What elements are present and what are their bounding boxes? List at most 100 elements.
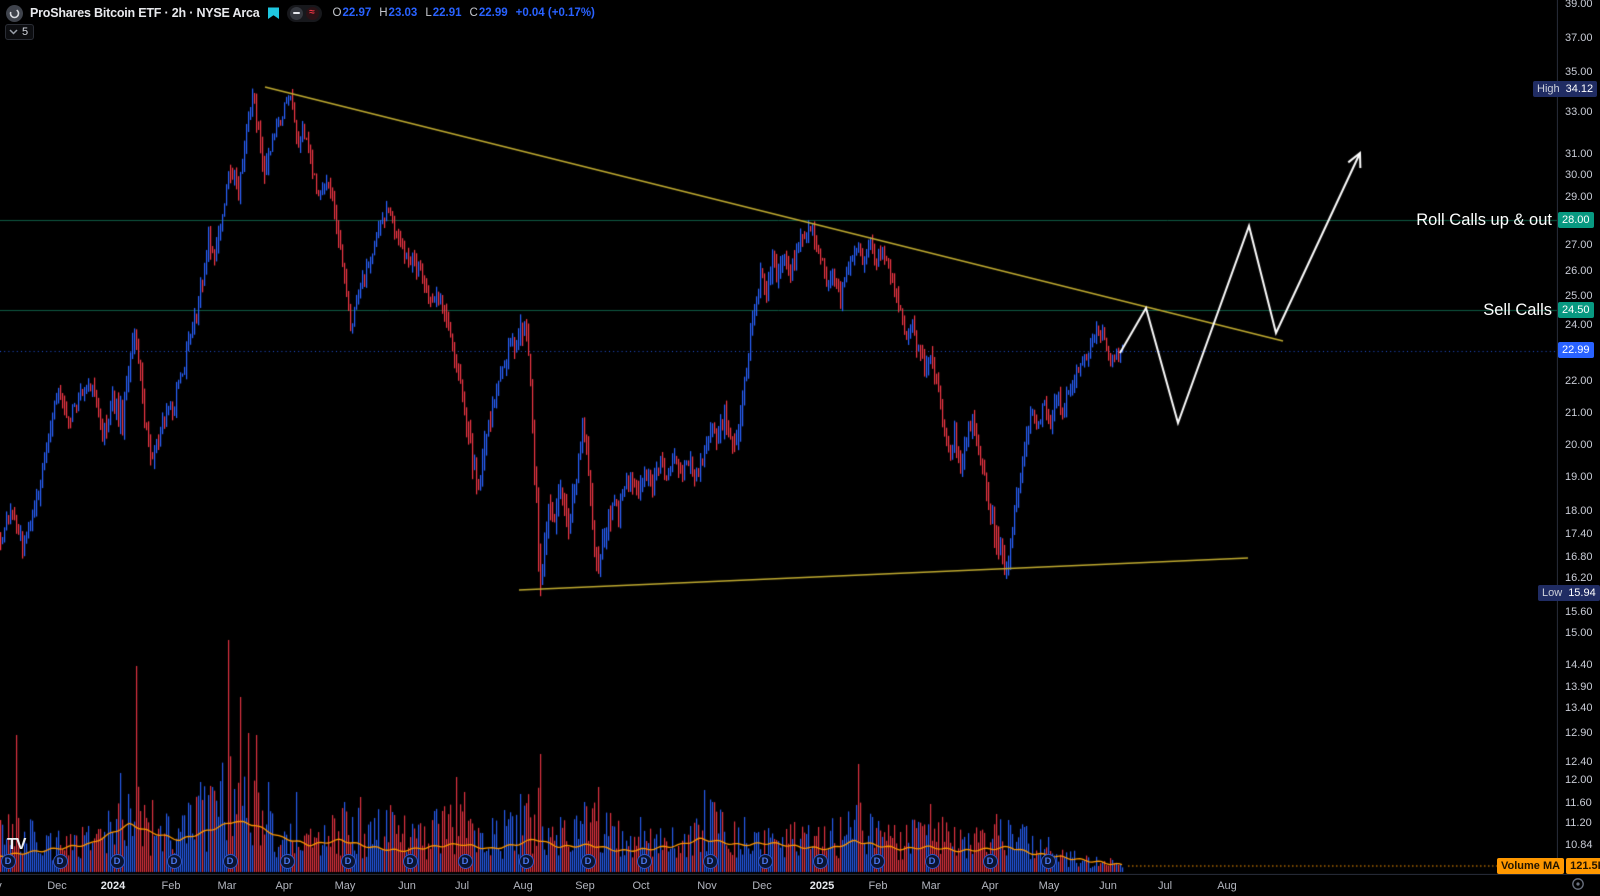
time-axis[interactable]: Nov Dec 2024 Feb Mar Apr May Jun Jul Aug Sep Oct Nov… (0, 874, 1600, 896)
price-axis-tick: 22.00 (1565, 375, 1593, 387)
volume-ma-badge: Volume MA 121.5K (1497, 858, 1600, 874)
price-axis-tick: 27.00 (1565, 239, 1593, 251)
time-axis-label: Jun (1099, 880, 1117, 892)
upper-level-badge: 28.00 (1558, 212, 1594, 228)
dividend-marker[interactable]: D (402, 854, 418, 869)
dividend-marker[interactable]: D (52, 854, 68, 869)
dividend-marker[interactable]: D (812, 854, 828, 869)
dividend-marker[interactable]: D (166, 854, 182, 869)
time-axis-label: Oct (632, 880, 650, 892)
price-axis-tick: 29.00 (1565, 191, 1593, 203)
price-axis-tick: 33.00 (1565, 106, 1593, 118)
time-axis-label: Dec (752, 880, 772, 892)
time-axis-label: Jul (1157, 880, 1173, 892)
price-axis-tick: 12.90 (1565, 727, 1593, 739)
open-value: 22.97 (342, 7, 372, 19)
dividend-marker[interactable]: D (869, 854, 885, 869)
price-axis-tick: 15.60 (1565, 606, 1593, 618)
ohlc-readout: O 22.97 H 23.03 L 22.91 C 22.99 +0.04 (+0.17… (333, 7, 595, 19)
low-label: L (425, 7, 432, 19)
time-axis-label: Nov (0, 880, 14, 892)
dividend-marker[interactable]: D (0, 854, 16, 869)
symbol-title[interactable]: ProShares Bitcoin ETF · 2h · NYSE Arca (30, 6, 260, 20)
flag-icon[interactable] (267, 7, 280, 20)
time-axis-label: May (334, 880, 356, 892)
price-axis-tick: 11.60 (1565, 797, 1592, 809)
price-axis-tick: 19.00 (1565, 471, 1593, 483)
dividend-marker[interactable]: D (702, 854, 718, 869)
low-price-badge: Low 15.94 (1538, 585, 1600, 601)
close-value: 22.99 (478, 7, 508, 19)
lower-level-value: 24.50 (1562, 304, 1590, 316)
price-axis-tick: 30.00 (1565, 169, 1593, 181)
time-axis-label: 2024 (100, 880, 126, 892)
tradingview-chart-window: ProShares Bitcoin ETF · 2h · NYSE Arca ≈… (0, 0, 1600, 896)
high-price-badge: High 34.12 (1533, 81, 1598, 97)
dividend-marker[interactable]: D (518, 854, 534, 869)
symbol-logo-icon[interactable] (6, 4, 23, 22)
time-axis-label: Mar (217, 880, 237, 892)
high-value: 23.03 (388, 7, 418, 19)
dividend-marker[interactable]: D (109, 854, 125, 869)
dividend-marker[interactable]: D (279, 854, 295, 869)
price-axis-tick: 24.00 (1565, 319, 1593, 331)
price-axis-tick: 21.00 (1565, 407, 1593, 419)
price-axis-tick: 18.00 (1565, 505, 1593, 517)
dividend-marker[interactable]: D (340, 854, 356, 869)
symbol-legend: ProShares Bitcoin ETF · 2h · NYSE Arca ≈… (6, 4, 595, 22)
object-tree-chip[interactable]: 5 (5, 24, 35, 40)
price-axis-tick: 14.40 (1565, 659, 1593, 671)
price-axis-tick: 17.40 (1565, 528, 1593, 540)
dividend-marker[interactable]: D (222, 854, 238, 869)
price-axis-tick: 12.00 (1565, 774, 1593, 786)
time-axis-label: Feb (161, 880, 181, 892)
price-axis-tick: 13.40 (1565, 702, 1593, 714)
price-axis-tick: 16.20 (1565, 572, 1593, 584)
low-badge-value: 15.94 (1568, 587, 1596, 599)
time-axis-label: Aug (1217, 880, 1237, 892)
last-price-badge: 22.99 (1558, 342, 1594, 358)
time-axis-label: Mar (921, 880, 941, 892)
close-label: C (469, 7, 478, 19)
minus-toggle-icon[interactable] (289, 6, 303, 20)
price-axis-tick: 37.00 (1565, 32, 1593, 44)
high-badge-value: 34.12 (1565, 83, 1594, 95)
quick-toggle-pill: ≈ (286, 4, 322, 22)
change-value: +0.04 (+0.17%) (515, 7, 595, 19)
dividend-marker[interactable]: D (636, 854, 652, 869)
scale-settings-icon[interactable] (1571, 877, 1585, 896)
dividend-marker[interactable]: D (457, 854, 473, 869)
dividend-marker[interactable]: D (580, 854, 596, 869)
price-axis-tick: 39.00 (1565, 0, 1593, 10)
sell-calls-annotation[interactable]: Sell Calls (1483, 301, 1552, 320)
price-axis[interactable]: 39.00 37.00 35.00 33.00 31.00 30.00 29.00 27.00… (1557, 0, 1600, 874)
dividend-marker[interactable]: D (924, 854, 940, 869)
dividend-marker[interactable]: D (757, 854, 773, 869)
price-axis-tick: 31.00 (1565, 148, 1593, 160)
high-badge-tag: High (1537, 83, 1560, 95)
dividend-marker[interactable]: D (1040, 854, 1056, 869)
time-axis-label: Feb (868, 880, 888, 892)
price-axis-tick: 35.00 (1565, 66, 1593, 78)
time-axis-label: Apr (981, 880, 999, 892)
price-axis-tick: 25.00 (1565, 290, 1593, 302)
price-axis-tick: 10.84 (1565, 839, 1593, 851)
roll-calls-annotation[interactable]: Roll Calls up & out (1416, 211, 1552, 230)
time-axis-label: Sep (575, 880, 595, 892)
price-chart-canvas[interactable] (0, 0, 1600, 896)
time-axis-label: Aug (513, 880, 533, 892)
last-price-value: 22.99 (1562, 344, 1590, 356)
upper-level-value: 28.00 (1562, 214, 1590, 226)
market-status-icon[interactable]: ≈ (305, 6, 319, 20)
price-axis-tick: 12.40 (1565, 756, 1593, 768)
object-count: 5 (22, 26, 29, 38)
price-axis-tick: 16.80 (1565, 551, 1593, 563)
time-axis-label: Dec (47, 880, 67, 892)
low-value: 22.91 (432, 7, 462, 19)
price-axis-tick: 15.00 (1565, 627, 1593, 639)
time-axis-label: Apr (275, 880, 293, 892)
dividend-marker[interactable]: D (982, 854, 998, 869)
price-axis-tick: 26.00 (1565, 265, 1593, 277)
symbol-logo-glyph (9, 8, 20, 18)
lower-level-badge: 24.50 (1558, 302, 1594, 318)
